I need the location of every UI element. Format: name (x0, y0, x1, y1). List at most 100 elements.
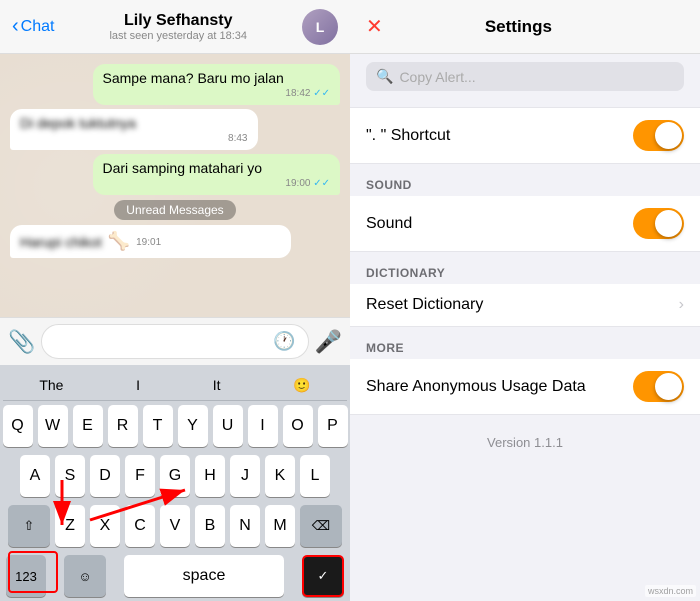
toggle-knob (655, 122, 682, 149)
key-T[interactable]: T (143, 405, 173, 447)
dictionary-section-header: DICTIONARY (350, 260, 700, 284)
settings-section-dictionary: DICTIONARY Reset Dictionary › (350, 260, 700, 327)
reset-dictionary-label: Reset Dictionary (366, 296, 483, 314)
key-R[interactable]: R (108, 405, 138, 447)
key-space[interactable]: space (124, 555, 284, 597)
key-delete[interactable]: ⌫ (300, 505, 342, 547)
message-time: 19:00 ✓✓ (103, 178, 331, 189)
chevron-right-icon: › (679, 296, 684, 314)
key-return[interactable]: ✓ (302, 555, 344, 597)
sound-label: Sound (366, 215, 412, 233)
anonymous-toggle[interactable] (633, 371, 684, 402)
key-D[interactable]: D (90, 455, 120, 497)
settings-section-sound: SOUND Sound (350, 172, 700, 252)
search-icon: 🔍 (376, 68, 393, 85)
sound-toggle[interactable] (633, 208, 684, 239)
key-F[interactable]: F (125, 455, 155, 497)
key-P[interactable]: P (318, 405, 348, 447)
key-shift[interactable]: ⇧ (8, 505, 50, 547)
key-K[interactable]: K (265, 455, 295, 497)
toggle-knob (655, 210, 682, 237)
message-bubble: Di depok tuktutnya 8:43 (10, 109, 258, 150)
mic-icon[interactable]: 🎤 (315, 329, 342, 355)
key-X[interactable]: X (90, 505, 120, 547)
back-label: Chat (21, 18, 55, 36)
key-N[interactable]: N (230, 505, 260, 547)
avatar-initial: L (316, 19, 325, 35)
settings-version: Version 1.1.1 (350, 415, 700, 470)
chat-input-area: 📎 🕐 🎤 (0, 317, 350, 365)
key-B[interactable]: B (195, 505, 225, 547)
message-text: Harupi chikot (20, 234, 102, 250)
key-A[interactable]: A (20, 455, 50, 497)
chat-text-input[interactable]: 🕐 (41, 324, 308, 359)
settings-close-button[interactable]: ✕ (366, 17, 383, 37)
key-H[interactable]: H (195, 455, 225, 497)
keyboard-suggestions: The I It 🙂 (3, 371, 347, 401)
chat-header-center: Lily Sefhansty last seen yesterday at 18… (54, 12, 302, 42)
shortcut-toggle[interactable] (633, 120, 684, 151)
message-text: Sampe mana? Baru mo jalan (103, 70, 331, 86)
key-V[interactable]: V (160, 505, 190, 547)
suggestion-2[interactable]: I (128, 375, 148, 396)
key-E[interactable]: E (73, 405, 103, 447)
settings-cell-shortcut: ". " Shortcut (350, 107, 700, 164)
settings-panel: ✕ Settings 🔍 Copy Alert... ". " Shortcut (350, 0, 700, 601)
key-C[interactable]: C (125, 505, 155, 547)
key-J[interactable]: J (230, 455, 260, 497)
key-emoji[interactable]: ☺ (64, 555, 106, 597)
settings-header: ✕ Settings (350, 0, 700, 54)
contact-name: Lily Sefhansty (54, 12, 302, 30)
unread-divider: Unread Messages (10, 203, 340, 217)
key-L[interactable]: L (300, 455, 330, 497)
keyboard-row-3: ⇧ Z X C V B N M ⌫ (3, 505, 347, 547)
message-bubble: Dari samping matahari yo 19:00 ✓✓ (93, 154, 341, 195)
key-G[interactable]: G (160, 455, 190, 497)
unread-label: Unread Messages (114, 200, 235, 220)
key-O[interactable]: O (283, 405, 313, 447)
settings-cell-reset-dictionary[interactable]: Reset Dictionary › (350, 284, 700, 327)
suggestion-emoji[interactable]: 🙂 (285, 375, 318, 396)
chat-header: ‹ Chat Lily Sefhansty last seen yesterda… (0, 0, 350, 54)
suggestion-3[interactable]: It (205, 375, 229, 396)
key-numbers[interactable]: 123 (6, 555, 46, 597)
contact-avatar[interactable]: L (302, 9, 338, 45)
attach-icon[interactable]: 📎 (8, 329, 35, 355)
message-time: 8:43 (20, 133, 248, 144)
anonymous-label: Share Anonymous Usage Data (366, 378, 586, 396)
key-M[interactable]: M (265, 505, 295, 547)
keyboard-bottom-row: 123 ☺ space ✓ (3, 555, 347, 597)
key-S[interactable]: S (55, 455, 85, 497)
settings-section-shortcut: ". " Shortcut (350, 107, 700, 164)
sound-section-header: SOUND (350, 172, 700, 196)
message-text: Dari samping matahari yo (103, 160, 331, 176)
key-W[interactable]: W (38, 405, 68, 447)
emoji-icon[interactable]: 🕐 (273, 331, 295, 352)
settings-cell-anonymous: Share Anonymous Usage Data (350, 359, 700, 415)
message-bubble: Harupi chikot 🦴 19:01 (10, 225, 291, 258)
keyboard: The I It 🙂 Q W E R T Y U I O P A S (0, 365, 350, 601)
settings-section-more: MORE Share Anonymous Usage Data (350, 335, 700, 415)
key-Z[interactable]: Z (55, 505, 85, 547)
key-I[interactable]: I (248, 405, 278, 447)
send-checkmark-icon: ✓ (318, 568, 329, 584)
settings-title: Settings (383, 17, 654, 37)
settings-search-bar[interactable]: 🔍 Copy Alert... (366, 62, 684, 91)
key-Y[interactable]: Y (178, 405, 208, 447)
message-bubble: Sampe mana? Baru mo jalan 18:42 ✓✓ (93, 64, 341, 105)
shortcut-label: ". " Shortcut (366, 127, 450, 145)
keyboard-row-1: Q W E R T Y U I O P (3, 405, 347, 447)
message-text: Di depok tuktutnya (20, 115, 248, 131)
chat-messages: Sampe mana? Baru mo jalan 18:42 ✓✓ Di de… (0, 54, 350, 317)
search-placeholder: Copy Alert... (399, 69, 475, 85)
chat-panel: ‹ Chat Lily Sefhansty last seen yesterda… (0, 0, 350, 601)
more-section-header: MORE (350, 335, 700, 359)
chat-back-button[interactable]: ‹ Chat (12, 15, 54, 38)
key-U[interactable]: U (213, 405, 243, 447)
watermark: wsxdn.com (645, 585, 696, 597)
message-time: 19:01 (136, 237, 161, 248)
version-text: Version 1.1.1 (487, 435, 563, 450)
back-chevron-icon: ‹ (12, 15, 19, 38)
key-Q[interactable]: Q (3, 405, 33, 447)
suggestion-1[interactable]: The (31, 375, 71, 396)
